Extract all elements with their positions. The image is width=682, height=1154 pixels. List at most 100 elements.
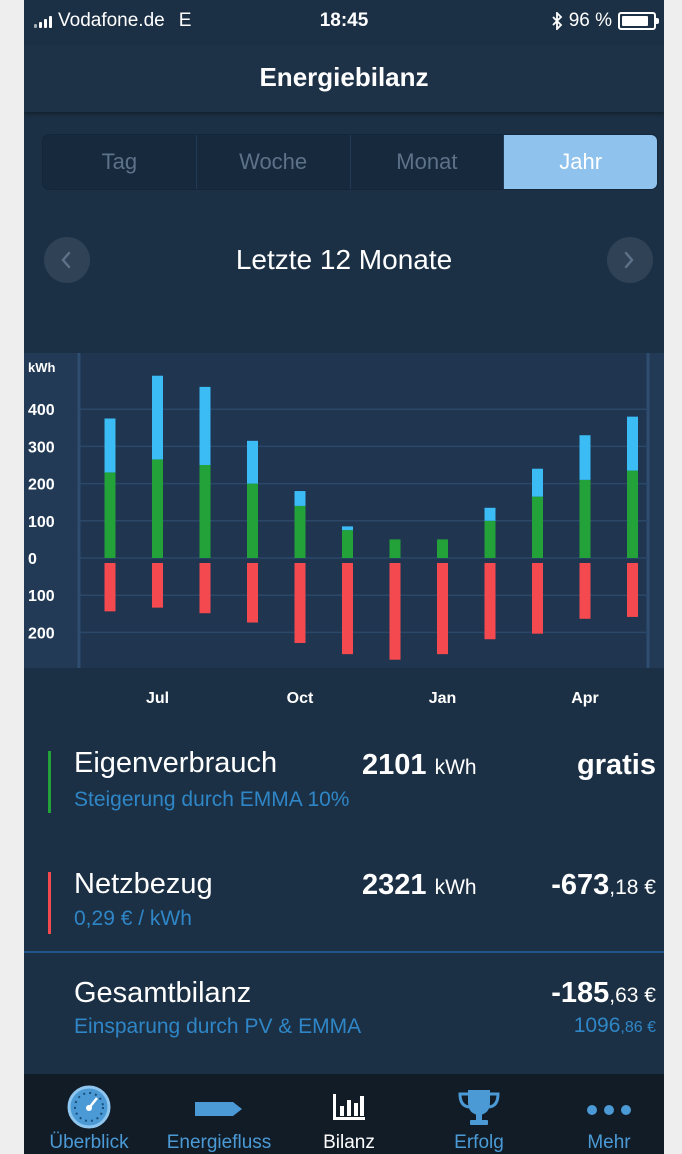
battery-percent: 96 % [568,10,612,31]
bar-eigenverbrauch [437,539,448,558]
tab-energiefluss-label: Energiefluss [166,1132,272,1153]
y-tick-label: 0 [28,551,37,568]
bar-eigenverbrauch [199,465,211,558]
bar-netzbezug [484,563,496,640]
gesamtbilanz-savings-main: 1096 [573,1014,621,1037]
bar-netzbezug [247,563,258,623]
netzbezug-subtitle: 0,29 € / kWh [74,907,192,930]
next-period-button[interactable] [607,237,653,283]
tab-bilanz[interactable]: Bilanz [294,1074,404,1154]
bar-netzbezug [342,563,353,655]
gesamtbilanz-savings-cents: ,86 € [620,1019,656,1036]
bar-pv-ueberschuss [484,507,496,521]
more-dots-icon [587,1105,631,1115]
eigenverbrauch-kwh: 2101 kWh [362,749,477,782]
bar-netzbezug [104,563,116,612]
bar-pv-ueberschuss [247,440,258,484]
tab-mehr[interactable]: Mehr [554,1074,664,1154]
gesamtbilanz-label: Gesamtbilanz [74,977,252,1009]
y-tick-label: 100 [28,588,55,605]
divider [24,951,664,953]
eigenverbrauch-cost: gratis [577,749,656,782]
bar-eigenverbrauch [342,530,353,558]
tab-ueberblick-label: Überblick [49,1132,129,1153]
bar-netzbezug [579,563,591,619]
bar-eigenverbrauch [389,539,401,558]
bar-netzbezug [437,563,448,655]
netzbezug-color-marker [48,872,51,934]
y-tick-label: 300 [28,439,55,456]
tab-mehr-label: Mehr [587,1132,631,1153]
y-unit-label: kWh [28,360,56,375]
netzbezug-kwh: 2321 kWh [362,869,477,902]
bar-netzbezug [627,563,638,617]
tab-ueberblick[interactable]: Überblick [34,1074,144,1154]
chevron-right-icon [624,251,634,269]
netzbezug-label: Netzbezug [74,868,213,900]
gauge-icon [67,1085,111,1129]
gesamtbilanz-value: -185,63 € [551,977,656,1010]
eigenverbrauch-kwh-unit: kWh [434,756,477,779]
y-tick-label: 400 [28,402,55,419]
period-segmented-control: Tag Woche Monat Jahr [42,134,658,190]
x-tick-label: Oct [287,690,314,707]
y-tick-label: 100 [28,514,55,531]
tab-monat[interactable]: Monat [351,135,505,189]
bar-pv-ueberschuss [342,526,353,531]
bar-eigenverbrauch [484,520,496,558]
netzbezug-cost-main: -673 [551,869,610,901]
y-tick-label: 200 [28,625,55,642]
header: Energiebilanz [24,44,664,112]
bar-eigenverbrauch [247,483,258,558]
battery-icon [618,12,659,30]
y-tick-label: 200 [28,477,55,494]
bar-netzbezug [532,563,543,634]
bar-netzbezug [389,563,401,660]
status-right: 96 % [551,10,659,32]
gesamtbilanz-subtitle: Einsparung durch PV & EMMA [74,1015,362,1038]
x-tick-label: Jan [429,690,457,707]
bar-pv-ueberschuss [579,435,591,480]
bar-chart-icon [333,1094,365,1120]
bar-pv-ueberschuss [532,468,543,497]
netzbezug-cost: -673,18 € [551,869,656,902]
eigenverbrauch-kwh-value: 2101 [362,749,427,781]
status-bar: Vodafone.de E 18:45 96 % [24,0,664,44]
bar-eigenverbrauch [532,496,543,558]
tab-bar: Überblick Energiefluss Bilanz Erfolg Meh… [24,1074,664,1154]
eigenverbrauch-color-marker [48,751,51,813]
trophy-icon [458,1090,500,1125]
tab-energiefluss[interactable]: Energiefluss [154,1074,284,1154]
bar-netzbezug [294,563,306,643]
netzbezug-kwh-unit: kWh [434,876,477,899]
bar-eigenverbrauch [579,479,591,558]
bar-netzbezug [152,563,163,608]
tab-bilanz-label: Bilanz [323,1132,375,1153]
bar-netzbezug [199,563,211,614]
tab-woche[interactable]: Woche [197,135,351,189]
bar-pv-ueberschuss [152,375,163,460]
arrow-icon [195,1102,242,1116]
netzbezug-cost-cents: ,18 € [609,876,656,899]
bar-eigenverbrauch [152,459,163,558]
netzbezug-kwh-value: 2321 [362,869,427,901]
bar-pv-ueberschuss [294,491,306,506]
period-label: Letzte 12 Monate [235,244,453,275]
bar-pv-ueberschuss [104,418,116,473]
bar-pv-ueberschuss [199,386,211,465]
app-screen: Vodafone.de E 18:45 96 % Energiebilanz T… [24,0,664,1154]
bar-eigenverbrauch [627,470,638,558]
energy-bar-chart: 400 300 200 100 0 100 200 kWh Jul Oct Jan Apr [24,353,664,707]
tab-tag[interactable]: Tag [43,135,197,189]
eigenverbrauch-cost-value: gratis [577,749,656,781]
tab-erfolg-label: Erfolg [454,1132,504,1153]
eigenverbrauch-label: Eigenverbrauch [74,747,278,779]
gesamtbilanz-value-cents: ,63 € [609,984,656,1007]
gesamtbilanz-value-main: -185 [551,977,610,1009]
tab-jahr[interactable]: Jahr [504,135,657,189]
page-title: Energiebilanz [259,62,429,92]
eigenverbrauch-subtitle: Steigerung durch EMMA 10% [74,788,350,811]
tab-erfolg[interactable]: Erfolg [424,1074,534,1154]
gesamtbilanz-savings: 1096,86 € [574,1014,656,1038]
bar-eigenverbrauch [294,505,306,558]
